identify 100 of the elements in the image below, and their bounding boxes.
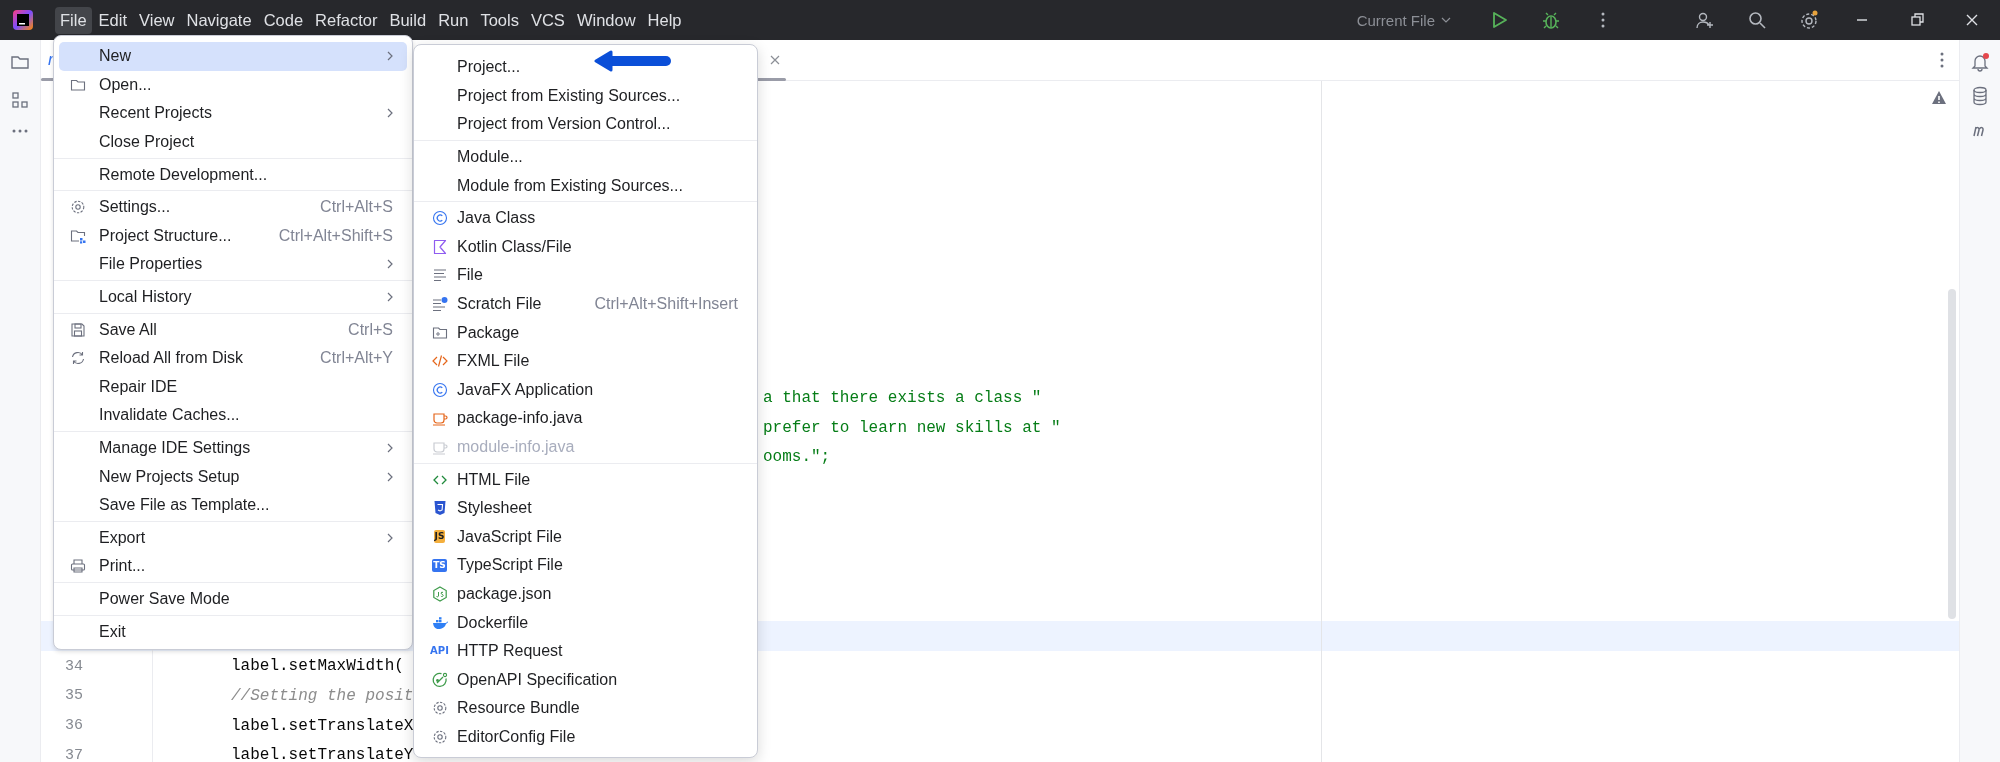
code-line: label.setTranslateX (231, 716, 414, 735)
database-icon[interactable] (1970, 86, 1990, 106)
circle-c-icon (431, 210, 448, 227)
refresh-icon (70, 350, 86, 367)
menu-item[interactable]: HTML File (419, 465, 752, 494)
code-line: a that there exists a class " (763, 388, 1042, 407)
menu-item[interactable]: Resource Bundle (419, 694, 752, 723)
menu-item[interactable]: Remote Development... (59, 160, 407, 189)
add-user-icon[interactable] (1695, 10, 1715, 30)
scratch-lines-icon (431, 296, 448, 313)
app-logo-icon (13, 10, 33, 30)
close-tab-icon[interactable] (768, 54, 781, 66)
menu-item[interactable]: Local History (59, 282, 407, 312)
menu-bar-item[interactable]: Help (642, 6, 687, 34)
menu-item[interactable]: Project from Version Control... (419, 110, 752, 139)
menu-item[interactable]: Invalidate Caches... (59, 401, 407, 430)
folder-grid-icon (70, 227, 86, 244)
code-line: label.setMaxWidth( (231, 657, 404, 676)
menu-item[interactable]: Reload All from Disk Ctrl+Alt+Y (59, 343, 407, 373)
menu-item[interactable]: EditorConfig File (419, 722, 752, 752)
debug-bug-icon[interactable] (1541, 10, 1561, 30)
menu-item[interactable]: API HTTP Request (419, 636, 752, 666)
menu-item[interactable]: File (419, 261, 752, 290)
gauge-icon (431, 671, 448, 688)
menu-item[interactable]: package-info.java (419, 404, 752, 433)
menu-item[interactable]: Exit (59, 617, 407, 646)
menu-item[interactable]: Package (419, 318, 752, 347)
more-icon[interactable] (10, 128, 30, 134)
menu-item[interactable]: Recent Projects (59, 99, 407, 128)
menu-item[interactable]: New Projects Setup (59, 462, 407, 491)
menu-bar-item[interactable]: Run (433, 6, 474, 34)
menu-item[interactable]: OpenAPI Specification (419, 665, 752, 695)
menu-item[interactable]: Scratch File Ctrl+Alt+Shift+Insert (419, 289, 752, 319)
menu-item[interactable]: Kotlin Class/File (419, 232, 752, 262)
search-icon[interactable] (1747, 10, 1767, 30)
line-number: 34 (64, 657, 83, 675)
code-line: //Setting the posit (231, 686, 414, 705)
kotlin-k-icon (431, 238, 448, 255)
settings-icon[interactable] (1799, 10, 1819, 30)
run-configuration-dropdown[interactable]: Current File (1356, 11, 1451, 29)
gear-icon (431, 700, 448, 717)
menu-item[interactable]: FXML File (419, 346, 752, 376)
menu-item[interactable]: Save File as Template... (59, 490, 407, 520)
file-type-badge: TS (432, 558, 447, 572)
notification-bell-icon[interactable] (1970, 52, 1990, 72)
menu-bar-item[interactable]: Build (384, 6, 432, 34)
menu-bar-item[interactable]: Edit (93, 6, 133, 34)
shortcut-label: Ctrl+Alt+Y (320, 349, 393, 368)
line-number: 36 (64, 717, 83, 735)
code-line: label.setTranslateY (231, 746, 414, 762)
menu-item[interactable]: Project from Existing Sources... (419, 81, 752, 111)
menu-item[interactable]: New (59, 42, 407, 71)
menu-item[interactable]: Dockerfile (419, 608, 752, 637)
menu-bar-item[interactable]: Navigate (181, 6, 257, 34)
gear-icon (70, 199, 86, 216)
menu-bar-item[interactable]: Window (571, 6, 641, 34)
menu-item[interactable]: Manage IDE Settings (59, 433, 407, 463)
warning-icon[interactable] (1931, 90, 1947, 106)
text-lines-icon (431, 267, 448, 284)
code-line: prefer to learn new skills at " (763, 418, 1061, 437)
printer-icon (70, 558, 86, 575)
menu-item[interactable]: Save All Ctrl+S (59, 315, 407, 344)
menu-bar-item[interactable]: Refactor (310, 6, 383, 34)
whale-icon (431, 614, 448, 631)
shortcut-label: Ctrl+Alt+Shift+S (278, 226, 393, 245)
menu-item[interactable]: Project Structure... Ctrl+Alt+Shift+S (59, 221, 407, 251)
menu-item[interactable]: Module from Existing Sources... (419, 171, 752, 200)
code-line: ooms."; (763, 448, 831, 467)
menu-item[interactable]: Module... (419, 142, 752, 172)
chevron-down-icon (1441, 17, 1451, 23)
menu-item[interactable]: Stylesheet (419, 493, 752, 523)
menu-item[interactable]: Java Class (419, 203, 752, 233)
menu-item[interactable]: Power Save Mode (59, 584, 407, 614)
menu-bar-item[interactable]: File (55, 6, 92, 34)
menu-item[interactable]: Open... (59, 70, 407, 100)
shortcut-label: Ctrl+Alt+S (320, 198, 393, 217)
menu-item[interactable]: Repair IDE (59, 372, 407, 402)
scrollbar[interactable] (1948, 289, 1956, 619)
menu-item[interactable]: JavaFX Application (419, 375, 752, 405)
structure-icon[interactable] (10, 90, 30, 110)
menu-item[interactable]: Print... (59, 552, 407, 581)
menu-item[interactable]: Export (59, 523, 407, 553)
menu-item[interactable]: Project... (419, 53, 752, 82)
gear-icon (431, 728, 448, 745)
circle-c-icon (431, 381, 448, 398)
menu-bar-item[interactable]: Tools (475, 6, 524, 34)
menu-item[interactable]: JS JavaScript File (419, 522, 752, 552)
menu-item[interactable]: TS TypeScript File (419, 551, 752, 580)
menu-item[interactable]: Settings... Ctrl+Alt+S (59, 192, 407, 222)
file-type-badge: JS (433, 530, 446, 544)
shortcut-label: Ctrl+Alt+Shift+Insert (594, 295, 738, 314)
menu-bar-item[interactable]: Code (258, 6, 309, 34)
cup-icon (431, 410, 448, 427)
menu-item[interactable]: Close Project (59, 127, 407, 157)
menu-item[interactable]: package.json (419, 579, 752, 609)
menu-bar-item[interactable]: VCS (525, 6, 570, 34)
menu-item[interactable]: File Properties (59, 250, 407, 279)
line-number: 37 (64, 746, 83, 762)
menu-bar-item[interactable]: View (134, 6, 180, 34)
more-icon[interactable] (1939, 50, 1945, 70)
